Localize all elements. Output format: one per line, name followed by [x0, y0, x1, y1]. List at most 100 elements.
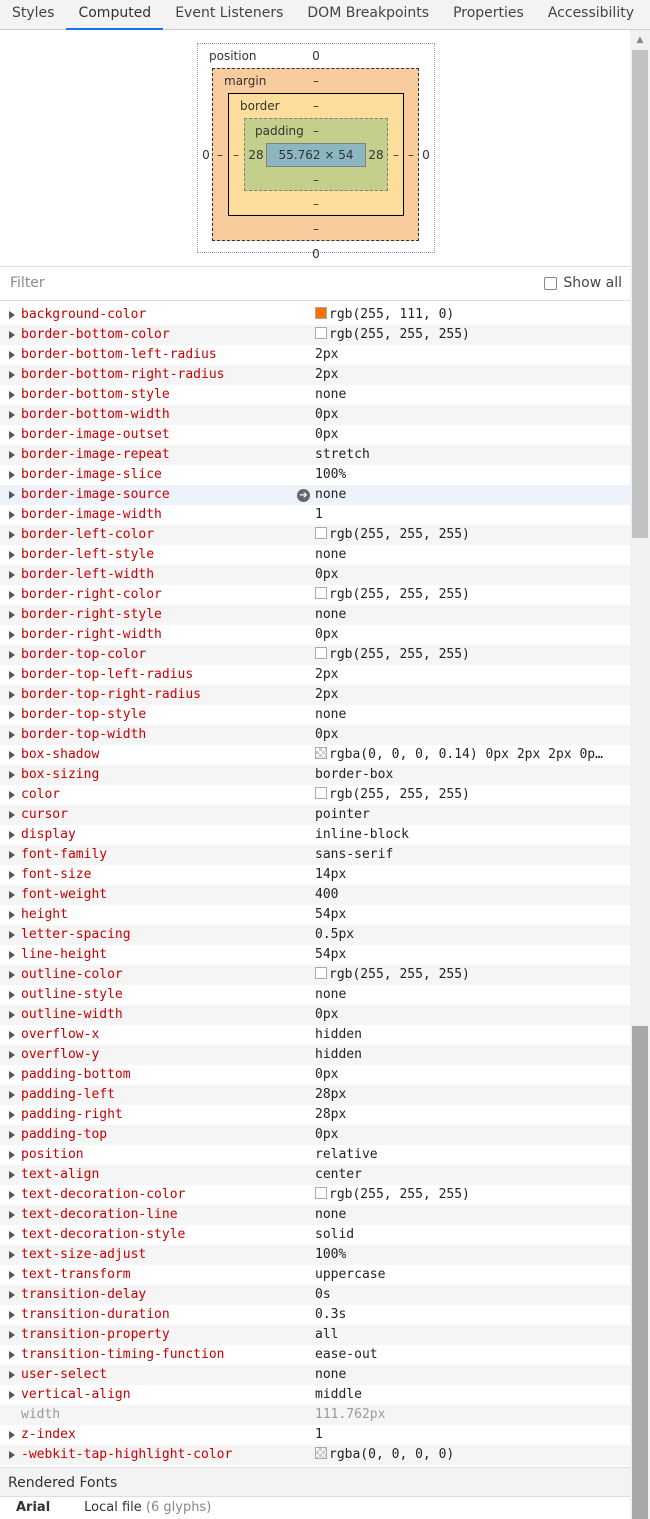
- expand-triangle-icon[interactable]: [9, 431, 15, 439]
- expand-triangle-icon[interactable]: [9, 771, 15, 779]
- computed-property-row[interactable]: font-family sans-serif: [0, 845, 630, 865]
- computed-property-row[interactable]: border-top-color rgb(255, 255, 255): [0, 645, 630, 665]
- expand-triangle-icon[interactable]: [9, 351, 15, 359]
- color-swatch-icon[interactable]: [315, 647, 327, 659]
- margin-bottom-value[interactable]: –: [306, 222, 326, 236]
- computed-property-row[interactable]: -webkit-tap-highlight-color rgba(0, 0, 0,…: [0, 1445, 630, 1465]
- color-swatch-icon[interactable]: [315, 1447, 327, 1459]
- computed-property-row[interactable]: border-bottom-style none: [0, 385, 630, 405]
- computed-property-row[interactable]: transition-property all: [0, 1325, 630, 1345]
- computed-property-row[interactable]: border-top-right-radius 2px: [0, 685, 630, 705]
- color-swatch-icon[interactable]: [315, 327, 327, 339]
- expand-triangle-icon[interactable]: [9, 931, 15, 939]
- tab-computed[interactable]: Computed: [66, 0, 164, 30]
- expand-triangle-icon[interactable]: [9, 1031, 15, 1039]
- computed-property-row[interactable]: padding-bottom 0px: [0, 1065, 630, 1085]
- expand-triangle-icon[interactable]: [9, 471, 15, 479]
- computed-property-row[interactable]: cursor pointer: [0, 805, 630, 825]
- computed-property-row[interactable]: border-right-width 0px: [0, 625, 630, 645]
- color-swatch-icon[interactable]: [315, 1187, 327, 1199]
- tab-dom-breakpoints[interactable]: DOM Breakpoints: [295, 0, 441, 30]
- expand-triangle-icon[interactable]: [9, 951, 15, 959]
- computed-property-row[interactable]: border-top-left-radius 2px: [0, 665, 630, 685]
- computed-property-row[interactable]: box-shadow rgba(0, 0, 0, 0.14) 0px 2px 2p…: [0, 745, 630, 765]
- computed-property-row[interactable]: border-left-color rgb(255, 255, 255): [0, 525, 630, 545]
- computed-property-row[interactable]: font-weight 400: [0, 885, 630, 905]
- computed-property-row[interactable]: border-right-color rgb(255, 255, 255): [0, 585, 630, 605]
- computed-property-row[interactable]: transition-duration 0.3s: [0, 1305, 630, 1325]
- computed-property-row[interactable]: border-image-repeat stretch: [0, 445, 630, 465]
- expand-triangle-icon[interactable]: [9, 651, 15, 659]
- expand-triangle-icon[interactable]: [9, 811, 15, 819]
- margin-top-value[interactable]: –: [306, 74, 326, 88]
- computed-property-row[interactable]: border-bottom-color rgb(255, 255, 255): [0, 325, 630, 345]
- position-bottom-value[interactable]: 0: [306, 247, 326, 261]
- computed-property-row[interactable]: width 111.762px: [0, 1405, 630, 1425]
- color-swatch-icon[interactable]: [315, 307, 327, 319]
- computed-property-row[interactable]: border-top-width 0px: [0, 725, 630, 745]
- expand-triangle-icon[interactable]: [9, 1391, 15, 1399]
- computed-property-row[interactable]: z-index 1: [0, 1425, 630, 1445]
- show-all-checkbox[interactable]: [544, 276, 558, 290]
- scrollbar-thumb[interactable]: [632, 50, 648, 538]
- computed-property-row[interactable]: transition-delay 0s: [0, 1285, 630, 1305]
- expand-triangle-icon[interactable]: [9, 591, 15, 599]
- expand-triangle-icon[interactable]: [9, 671, 15, 679]
- padding-left-value[interactable]: 28: [246, 148, 266, 162]
- content-box[interactable]: 55.762 × 54: [266, 143, 366, 167]
- computed-property-row[interactable]: outline-color rgb(255, 255, 255): [0, 965, 630, 985]
- padding-top-value[interactable]: –: [306, 124, 326, 138]
- expand-triangle-icon[interactable]: [9, 791, 15, 799]
- expand-triangle-icon[interactable]: [9, 691, 15, 699]
- scroll-up-arrow-icon[interactable]: ▲: [630, 32, 650, 48]
- border-top-value[interactable]: –: [306, 99, 326, 113]
- expand-triangle-icon[interactable]: [9, 1111, 15, 1119]
- expand-triangle-icon[interactable]: [9, 1351, 15, 1359]
- computed-property-row[interactable]: padding-right 28px: [0, 1105, 630, 1125]
- computed-property-row[interactable]: border-left-style none: [0, 545, 630, 565]
- expand-triangle-icon[interactable]: [9, 1091, 15, 1099]
- expand-triangle-icon[interactable]: [9, 831, 15, 839]
- expand-triangle-icon[interactable]: [9, 1251, 15, 1259]
- computed-property-row[interactable]: color rgb(255, 255, 255): [0, 785, 630, 805]
- computed-property-row[interactable]: display inline-block: [0, 825, 630, 845]
- padding-right-value[interactable]: 28: [366, 148, 386, 162]
- expand-triangle-icon[interactable]: [9, 391, 15, 399]
- expand-triangle-icon[interactable]: [9, 1011, 15, 1019]
- expand-triangle-icon[interactable]: [9, 1131, 15, 1139]
- computed-property-row[interactable]: text-align center: [0, 1165, 630, 1185]
- expand-triangle-icon[interactable]: [9, 891, 15, 899]
- expand-triangle-icon[interactable]: [9, 1311, 15, 1319]
- computed-property-row[interactable]: text-decoration-color rgb(255, 255, 255): [0, 1185, 630, 1205]
- expand-triangle-icon[interactable]: [9, 1171, 15, 1179]
- computed-property-row[interactable]: border-bottom-right-radius 2px: [0, 365, 630, 385]
- computed-property-row[interactable]: outline-style none: [0, 985, 630, 1005]
- computed-property-row[interactable]: outline-width 0px: [0, 1005, 630, 1025]
- computed-property-row[interactable]: vertical-align middle: [0, 1385, 630, 1405]
- expand-triangle-icon[interactable]: [9, 1211, 15, 1219]
- scrollbar-thumb-secondary[interactable]: [632, 1026, 648, 1519]
- computed-property-row[interactable]: overflow-x hidden: [0, 1025, 630, 1045]
- expand-triangle-icon[interactable]: [9, 731, 15, 739]
- computed-property-row[interactable]: border-right-style none: [0, 605, 630, 625]
- computed-property-row[interactable]: border-top-style none: [0, 705, 630, 725]
- expand-triangle-icon[interactable]: [9, 851, 15, 859]
- computed-property-row[interactable]: text-decoration-style solid: [0, 1225, 630, 1245]
- expand-triangle-icon[interactable]: [9, 451, 15, 459]
- border-bottom-value[interactable]: –: [306, 197, 326, 211]
- color-swatch-icon[interactable]: [315, 967, 327, 979]
- expand-triangle-icon[interactable]: [9, 1191, 15, 1199]
- computed-property-row[interactable]: border-bottom-left-radius 2px: [0, 345, 630, 365]
- goto-definition-icon[interactable]: ➔: [297, 489, 310, 502]
- expand-triangle-icon[interactable]: [9, 311, 15, 319]
- expand-triangle-icon[interactable]: [9, 751, 15, 759]
- computed-property-row[interactable]: user-select none: [0, 1365, 630, 1385]
- computed-property-row[interactable]: border-image-source ➔ none: [0, 485, 630, 505]
- computed-property-row[interactable]: border-left-width 0px: [0, 565, 630, 585]
- computed-property-row[interactable]: background-color rgb(255, 111, 0): [0, 305, 630, 325]
- computed-property-row[interactable]: border-image-slice 100%: [0, 465, 630, 485]
- expand-triangle-icon[interactable]: [9, 911, 15, 919]
- tab-event-listeners[interactable]: Event Listeners: [163, 0, 295, 30]
- expand-triangle-icon[interactable]: [9, 611, 15, 619]
- expand-triangle-icon[interactable]: [9, 571, 15, 579]
